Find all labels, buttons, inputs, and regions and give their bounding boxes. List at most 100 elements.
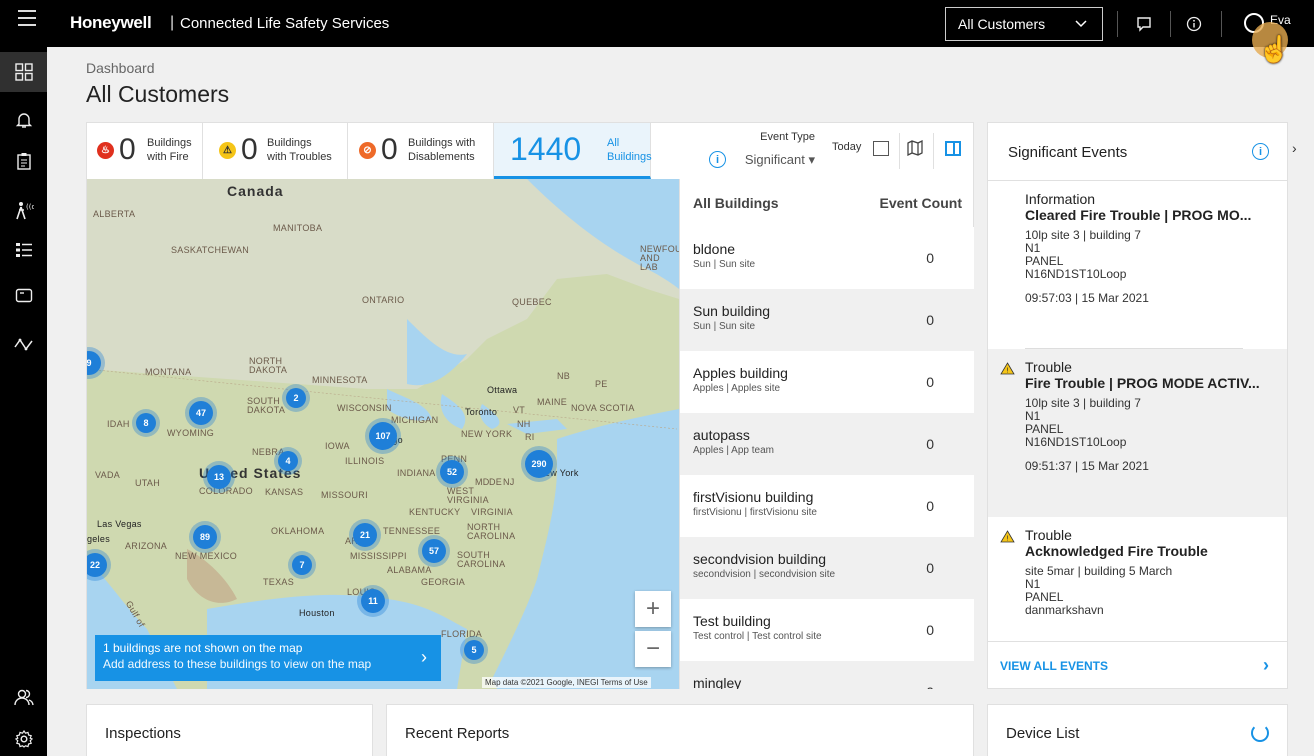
chevron-right-icon[interactable]: › bbox=[421, 647, 427, 668]
map-label: NJ bbox=[503, 477, 515, 487]
info-icon[interactable]: i bbox=[709, 151, 726, 168]
divider bbox=[1117, 11, 1118, 37]
stat-all-buildings[interactable]: 1440 All Buildings bbox=[494, 123, 652, 179]
technician-icon[interactable]: ((o bbox=[11, 198, 37, 224]
table-row[interactable]: bldone Sun | Sun site 0 bbox=[680, 227, 974, 289]
chat-icon[interactable] bbox=[1131, 11, 1157, 37]
map-credit[interactable]: Map data ©2021 Google, INEGI Terms of Us… bbox=[482, 677, 651, 688]
map-label: SOUTH CAROLINA bbox=[457, 550, 506, 569]
card-title: Device List bbox=[1006, 725, 1080, 742]
settings-gear-icon[interactable] bbox=[11, 726, 37, 752]
table-row[interactable]: Apples building Apples | Apples site 0 bbox=[680, 351, 974, 413]
map-label: WEST VIRGINIA bbox=[447, 486, 489, 505]
map-cluster[interactable]: 4 bbox=[278, 451, 298, 471]
dashboard-icon[interactable] bbox=[0, 52, 47, 92]
map-label: ILLINOIS bbox=[345, 456, 385, 466]
map-label: IDAH bbox=[107, 419, 130, 429]
map-cluster[interactable]: 89 bbox=[193, 525, 217, 549]
split-panel-icon[interactable] bbox=[945, 141, 961, 156]
event-item[interactable]: ! Trouble Acknowledged Fire Trouble site… bbox=[988, 517, 1287, 641]
map-label: NORTH DAKOTA bbox=[249, 356, 288, 375]
banner-subtitle: Add address to these buildings to view o… bbox=[103, 657, 372, 671]
hand-cursor-icon: ☝ bbox=[1258, 34, 1291, 64]
chevron-down-icon bbox=[1074, 16, 1088, 33]
event-details: site 5mar | building 5 March N1 PANEL da… bbox=[1025, 564, 1173, 617]
list-icon[interactable] bbox=[11, 237, 37, 263]
map-cluster[interactable]: 2 bbox=[286, 388, 306, 408]
disablement-icon: ⊘ bbox=[359, 142, 376, 159]
event-title: Acknowledged Fire Trouble bbox=[1025, 543, 1208, 559]
map-view-icon[interactable] bbox=[907, 139, 923, 161]
device-icon[interactable] bbox=[11, 283, 37, 309]
table-row[interactable]: Sun building Sun | Sun site 0 bbox=[680, 289, 974, 351]
map-label: MANITOBA bbox=[273, 223, 323, 233]
map-cluster[interactable]: 290 bbox=[525, 450, 553, 478]
map-label: COLORADO bbox=[199, 486, 253, 496]
map-label: VT bbox=[513, 405, 526, 415]
buildings-map[interactable]: Canada ALBERTA MANITOBA SASKATCHEWAN ONT… bbox=[87, 179, 679, 689]
map-label: VADA bbox=[95, 470, 121, 480]
buildings-overview-panel: ♨ 0 Buildings with Fire ⚠ 0 Buildings with… bbox=[86, 122, 974, 689]
clipboard-icon[interactable] bbox=[11, 148, 37, 174]
table-row[interactable]: firstVisionu building firstVisionu | firs… bbox=[680, 475, 974, 537]
map-cluster[interactable]: 47 bbox=[189, 401, 213, 425]
svg-text:!: ! bbox=[1006, 367, 1009, 375]
map-cluster[interactable]: 11 bbox=[361, 589, 385, 613]
map-label: ONTARIO bbox=[362, 295, 405, 305]
event-type-value[interactable]: Significant ▾ bbox=[745, 152, 815, 168]
map-label: WYOMING bbox=[167, 428, 215, 438]
map-label: MISSISSIPPI bbox=[350, 551, 407, 561]
users-icon[interactable] bbox=[11, 684, 37, 710]
map-label: Las Vegas bbox=[97, 519, 142, 529]
table-row[interactable]: Test building Test control | Test control… bbox=[680, 599, 974, 661]
brand-logo: Honeywell bbox=[70, 13, 152, 32]
stat-all-value: 1440 bbox=[510, 131, 582, 167]
customer-select-value: All Customers bbox=[958, 16, 1046, 32]
stat-troubles[interactable]: ⚠ 0 Buildings with Troubles bbox=[203, 123, 348, 179]
map-label: SASKATCHEWAN bbox=[171, 245, 250, 255]
stat-disablements-label: Buildings with Disablements bbox=[408, 137, 476, 163]
breadcrumb[interactable]: Dashboard bbox=[86, 60, 155, 76]
map-cluster[interactable]: 5 bbox=[464, 640, 484, 660]
stat-fire[interactable]: ♨ 0 Buildings with Fire bbox=[87, 123, 203, 179]
map-label: MINNESOTA bbox=[312, 375, 368, 385]
view-all-events-link[interactable]: VIEW ALL EVENTS › bbox=[988, 641, 1287, 689]
table-row[interactable]: mingley0 bbox=[680, 661, 974, 689]
bell-icon[interactable] bbox=[11, 107, 37, 133]
column-header-buildings[interactable]: All Buildings bbox=[693, 195, 779, 227]
map-label: GEORGIA bbox=[421, 577, 466, 587]
info-icon[interactable] bbox=[1181, 11, 1207, 37]
zoom-in-button[interactable]: + bbox=[635, 591, 671, 627]
calendar-icon[interactable] bbox=[873, 141, 889, 156]
map-label: NOVA SCOTIA bbox=[571, 403, 635, 413]
map-cluster[interactable]: 21 bbox=[353, 523, 377, 547]
map-label: QUEBEC bbox=[512, 297, 552, 307]
event-item[interactable]: ! Trouble Fire Trouble | PROG MODE ACTIV… bbox=[988, 349, 1287, 517]
map-label: MISSOURI bbox=[321, 490, 368, 500]
stat-disablements[interactable]: ⊘ 0 Buildings with Disablements bbox=[348, 123, 494, 179]
collapse-panel-chevron-icon[interactable]: › bbox=[1292, 140, 1297, 156]
stat-troubles-value: 0 bbox=[241, 133, 258, 166]
table-row[interactable]: autopass Apples | App team 0 bbox=[680, 413, 974, 475]
event-item[interactable]: Information Cleared Fire Trouble | PROG … bbox=[988, 181, 1287, 349]
view-all-label: VIEW ALL EVENTS bbox=[1000, 659, 1109, 673]
table-row[interactable]: secondvision building secondvision | seco… bbox=[680, 537, 974, 599]
column-header-event-count[interactable]: Event Count bbox=[880, 195, 962, 227]
map-label: NEW YORK bbox=[461, 429, 513, 439]
zoom-out-button[interactable]: − bbox=[635, 631, 671, 667]
map-cluster[interactable]: 52 bbox=[440, 460, 464, 484]
map-cluster[interactable]: 7 bbox=[292, 555, 312, 575]
map-cluster[interactable]: 57 bbox=[422, 539, 446, 563]
customer-select[interactable]: All Customers bbox=[945, 7, 1103, 41]
map-cluster[interactable]: 13 bbox=[207, 465, 231, 489]
map-cluster[interactable]: 107 bbox=[369, 422, 397, 450]
divider bbox=[1170, 11, 1171, 37]
significant-events-header: Significant Events i bbox=[988, 123, 1287, 181]
info-icon[interactable]: i bbox=[1252, 143, 1269, 160]
unmapped-buildings-banner[interactable]: 1 buildings are not shown on the map Add… bbox=[95, 635, 441, 681]
today-label: Today bbox=[832, 141, 862, 153]
map-cluster[interactable]: 8 bbox=[136, 413, 156, 433]
hamburger-menu-icon[interactable] bbox=[18, 10, 36, 30]
device-list-card: Device List bbox=[987, 704, 1288, 756]
analytics-icon[interactable] bbox=[11, 331, 37, 357]
